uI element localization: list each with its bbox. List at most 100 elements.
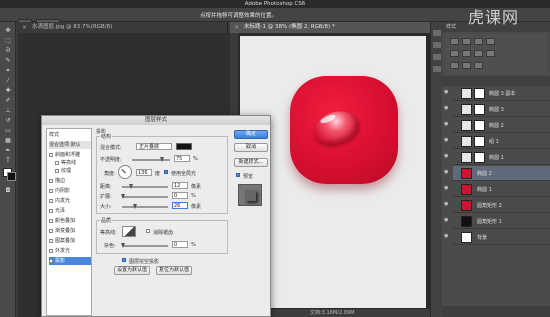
style-item-pattern-overlay[interactable]: 图案叠加 — [49, 237, 91, 245]
ok-button[interactable]: 确定 — [234, 130, 268, 139]
layer-row[interactable]: ◉ 圆角矩形 2 — [444, 198, 550, 213]
exposure-adjustment-icon[interactable] — [486, 38, 495, 45]
preview-checkbox[interactable] — [236, 173, 240, 177]
styles-panel-tab[interactable]: 样式 — [446, 24, 456, 30]
size-input[interactable]: 26 — [172, 202, 188, 209]
black-white-adjustment-icon[interactable] — [486, 50, 495, 57]
style-item-texture[interactable]: 纹理 — [49, 167, 91, 175]
visibility-eye-icon[interactable]: ◉ — [444, 106, 450, 111]
style-checkbox[interactable] — [49, 178, 53, 183]
layer-row[interactable]: ◉ 背景 — [444, 230, 550, 245]
layer-row[interactable]: ◉ 组 1 — [444, 134, 550, 149]
crop-tool-icon[interactable]: ⌗ — [3, 68, 13, 74]
style-item-satin[interactable]: 光泽 — [49, 207, 91, 215]
blend-mode-select[interactable]: 正片叠底 — [136, 143, 172, 150]
contour-picker[interactable] — [122, 226, 136, 237]
style-item-drop-shadow[interactable]: 投影 — [49, 257, 91, 265]
close-tab-icon[interactable]: × — [22, 22, 27, 33]
levels-adjustment-icon[interactable] — [462, 38, 471, 45]
style-item-inner-glow[interactable]: 内发光 — [49, 197, 91, 205]
cancel-button[interactable]: 取消 — [234, 143, 268, 152]
opacity-slider[interactable] — [132, 157, 170, 162]
style-checkbox[interactable] — [49, 218, 53, 223]
style-item-stroke[interactable]: 描边 — [49, 177, 91, 185]
threshold-adjustment-icon[interactable] — [474, 62, 483, 69]
quick-mask-icon[interactable]: ◘ — [3, 188, 13, 194]
angle-input[interactable]: 136 — [136, 169, 152, 176]
visibility-eye-icon[interactable]: ◉ — [444, 186, 450, 191]
distance-input[interactable]: 12 — [172, 182, 188, 189]
shadow-color-swatch[interactable] — [176, 143, 192, 150]
new-style-button[interactable]: 新建样式... — [234, 158, 268, 167]
gradient-tool-icon[interactable]: ▦ — [3, 138, 13, 144]
history-brush-tool-icon[interactable]: ↺ — [3, 118, 13, 124]
style-item-gradient-overlay[interactable]: 渐变叠加 — [49, 227, 91, 235]
paragraph-panel-icon[interactable] — [433, 66, 441, 72]
character-panel-icon[interactable] — [433, 54, 441, 60]
style-checkbox[interactable] — [55, 168, 59, 173]
layer-row[interactable]: ◉ 椭圆 3 — [444, 102, 550, 117]
quick-select-tool-icon[interactable]: ✎ — [3, 58, 13, 64]
history-panel-icon[interactable] — [433, 30, 441, 36]
eraser-tool-icon[interactable]: ▭ — [3, 128, 13, 134]
layer-row[interactable]: ◉ 椭圆 1 — [444, 182, 550, 197]
healing-brush-tool-icon[interactable]: ✚ — [3, 88, 13, 94]
styles-header[interactable]: 样式 — [49, 131, 91, 139]
pen-tool-icon[interactable]: ✒ — [3, 148, 13, 154]
document-tab-1[interactable]: × 水滴图层.jpg @ 83.7%(RGB/8) — [18, 22, 228, 33]
hue-adjustment-icon[interactable] — [462, 50, 471, 57]
layer-row[interactable]: ◉ 椭圆 1 — [444, 150, 550, 165]
style-item-contour[interactable]: 等高线 — [49, 159, 91, 167]
layer-row[interactable]: ◉ 圆角矩形 1 — [444, 214, 550, 229]
move-tool-icon[interactable]: ✥ — [3, 28, 13, 34]
close-tab-icon[interactable]: × — [234, 22, 239, 33]
noise-input[interactable]: 0 — [172, 241, 188, 248]
visibility-eye-icon[interactable]: ◉ — [444, 202, 450, 207]
style-checkbox[interactable] — [49, 208, 53, 213]
visibility-eye-icon[interactable]: ◉ — [444, 218, 450, 223]
layer-row[interactable]: ◉ 椭圆 2 — [444, 118, 550, 133]
background-color-swatch[interactable] — [7, 172, 16, 181]
style-checkbox[interactable] — [49, 238, 53, 243]
visibility-eye-icon[interactable]: ◉ — [444, 90, 450, 95]
visibility-eye-icon[interactable]: ◉ — [444, 138, 450, 143]
brightness-adjustment-icon[interactable] — [450, 38, 459, 45]
style-item-inner-shadow[interactable]: 内阴影 — [49, 187, 91, 195]
antialias-checkbox[interactable] — [146, 229, 150, 233]
clone-stamp-tool-icon[interactable]: ⊥ — [3, 108, 13, 114]
style-checkbox[interactable] — [55, 160, 59, 165]
posterize-adjustment-icon[interactable] — [462, 62, 471, 69]
layer-row-selected[interactable]: ◉ 椭圆 2 — [444, 166, 550, 181]
document-tab-2[interactable]: × 未标题-1 @ 38% (椭圆 2, RGB/8) * — [230, 22, 430, 33]
style-item-color-overlay[interactable]: 颜色叠加 — [49, 217, 91, 225]
vibrance-adjustment-icon[interactable] — [450, 50, 459, 57]
style-checkbox[interactable] — [49, 198, 53, 203]
eyedropper-tool-icon[interactable]: ⁄ — [3, 78, 13, 84]
actions-panel-icon[interactable] — [433, 42, 441, 48]
visibility-eye-icon[interactable]: ◉ — [444, 234, 450, 239]
knockout-checkbox[interactable] — [122, 258, 126, 262]
color-balance-adjustment-icon[interactable] — [474, 50, 483, 57]
size-slider[interactable] — [122, 204, 168, 209]
lasso-tool-icon[interactable]: ᘐ — [3, 48, 13, 54]
style-item-bevel[interactable]: 斜面和浮雕 — [49, 151, 91, 159]
reset-default-button[interactable]: 复位为默认值 — [156, 266, 192, 275]
make-default-button[interactable]: 设置为默认值 — [114, 266, 150, 275]
visibility-eye-icon[interactable]: ◉ — [444, 122, 450, 127]
style-checkbox[interactable] — [49, 228, 53, 233]
style-item-outer-glow[interactable]: 外发光 — [49, 247, 91, 255]
distance-slider[interactable] — [122, 184, 168, 189]
visibility-eye-icon[interactable]: ◉ — [444, 170, 450, 175]
global-light-checkbox[interactable] — [164, 170, 168, 174]
curves-adjustment-icon[interactable] — [474, 38, 483, 45]
spread-input[interactable]: 0 — [172, 192, 188, 199]
noise-slider[interactable] — [121, 243, 168, 248]
style-checkbox[interactable] — [49, 188, 53, 193]
visibility-eye-icon[interactable]: ◉ — [444, 154, 450, 159]
spread-slider[interactable] — [121, 194, 168, 199]
angle-dial[interactable] — [118, 165, 132, 179]
opacity-input[interactable]: 75 — [174, 155, 190, 162]
layer-row[interactable]: ◉ 椭圆 3 副本 — [444, 86, 550, 101]
invert-adjustment-icon[interactable] — [450, 62, 459, 69]
style-checkbox[interactable] — [49, 152, 53, 157]
